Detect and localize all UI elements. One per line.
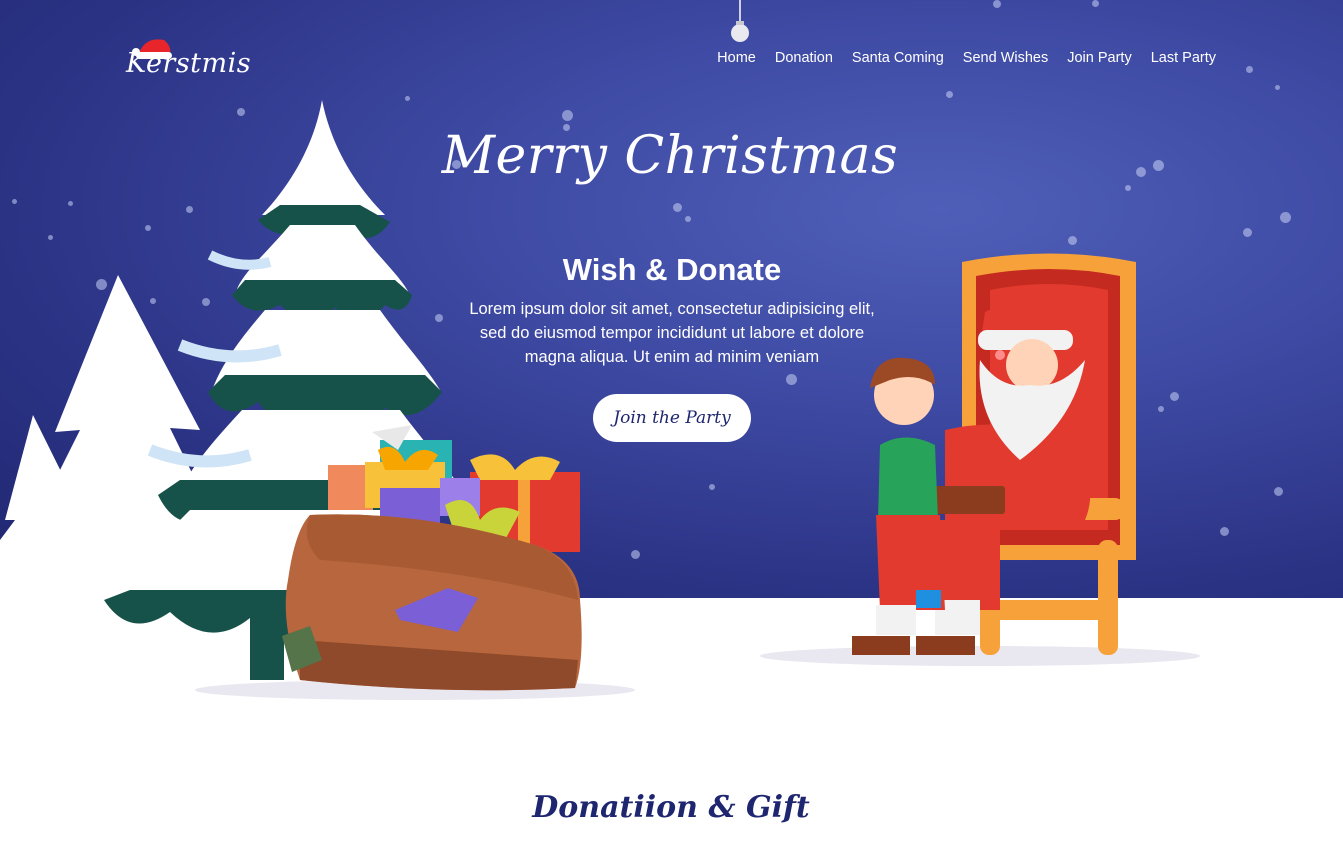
hero-script-title: Merry Christmas: [441, 126, 899, 186]
brand-logo[interactable]: Kerstmis: [124, 34, 274, 94]
child: [852, 357, 945, 655]
nav-item-last-party[interactable]: Last Party: [1151, 50, 1216, 66]
bauble-icon: [731, 0, 749, 42]
main-navigation: Home Donation Santa Coming Send Wishes J…: [717, 50, 1216, 66]
nav-item-donation[interactable]: Donation: [775, 50, 833, 66]
hero-description: Lorem ipsum dolor sit amet, consectetur …: [452, 297, 892, 369]
nav-item-join-party[interactable]: Join Party: [1067, 50, 1131, 66]
hero-description-line: Lorem ipsum dolor sit amet, consectetur …: [469, 300, 875, 318]
ground-shadow: [760, 646, 1200, 666]
nav-item-santa-coming[interactable]: Santa Coming: [852, 50, 944, 66]
section-title-donation-gift: Donatiion & Gift: [532, 790, 810, 825]
hero-description-line: magna aliqua. Ut enim ad minim veniam: [524, 348, 820, 366]
hero-description-line: sed do eiusmod tempor incididunt ut labo…: [479, 324, 865, 342]
hero-headline: Wish & Donate: [562, 252, 782, 287]
brand-name: Kerstmis: [126, 48, 252, 79]
join-party-button[interactable]: Join the Party: [593, 394, 751, 442]
nav-item-home[interactable]: Home: [717, 50, 756, 66]
nav-item-send-wishes[interactable]: Send Wishes: [963, 50, 1048, 66]
